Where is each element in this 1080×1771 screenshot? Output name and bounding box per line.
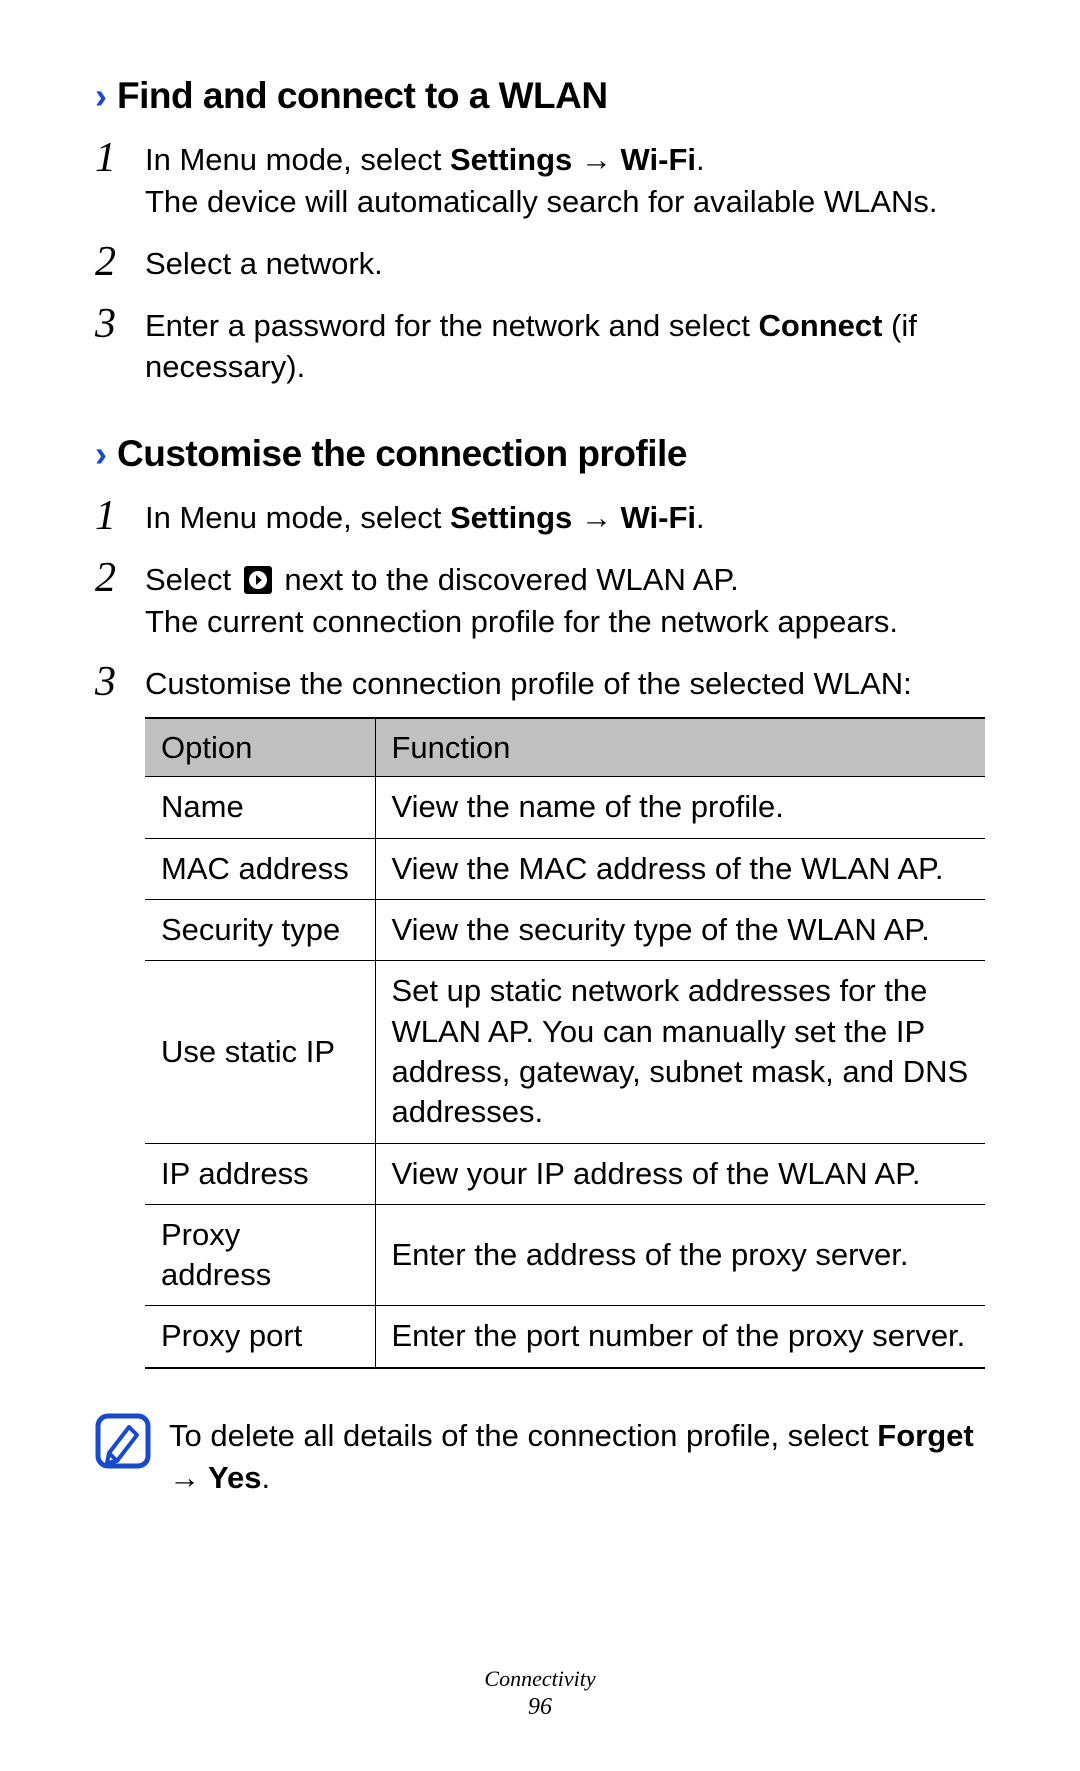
step-number: 1 (95, 493, 145, 537)
step-text: In Menu mode, select (145, 142, 450, 177)
table-row: Proxy address Enter the address of the p… (145, 1204, 985, 1306)
step-text-suffix: . (696, 142, 705, 177)
step-content: Select next to the discovered WLAN AP. T… (145, 555, 985, 643)
step-text-line2: The current connection profile for the n… (145, 604, 898, 639)
page-footer: Connectivity 96 (0, 1666, 1080, 1721)
step-text-bold: Settings → Wi-Fi (450, 142, 696, 177)
step-content: Customise the connection profile of the … (145, 659, 985, 1397)
step-item: 2 Select a network. (95, 239, 985, 285)
table-cell-function: View the MAC address of the WLAN AP. (375, 838, 985, 899)
step-number: 1 (95, 135, 145, 179)
table-row: Use static IP Set up static network addr… (145, 961, 985, 1143)
note-prefix: To delete all details of the connection … (169, 1418, 877, 1453)
step-text: Select (145, 562, 240, 597)
note-suffix: . (262, 1460, 271, 1495)
section-heading-find-connect: › Find and connect to a WLAN (95, 75, 985, 117)
step-list-1: 1 In Menu mode, select Settings → Wi-Fi.… (95, 135, 985, 388)
table-header-row: Option Function (145, 718, 985, 777)
note-text: To delete all details of the connection … (169, 1413, 985, 1499)
step-number: 2 (95, 239, 145, 283)
step-number: 3 (95, 301, 145, 345)
detail-arrow-icon (243, 565, 273, 595)
table-cell-option: Use static IP (145, 961, 375, 1143)
step-item: 2 Select next to the discovered WLAN AP.… (95, 555, 985, 643)
note-box: To delete all details of the connection … (95, 1413, 985, 1499)
table-cell-option: IP address (145, 1143, 375, 1204)
step-list-2: 1 In Menu mode, select Settings → Wi-Fi.… (95, 493, 985, 1396)
section-heading-customise: › Customise the connection profile (95, 433, 985, 475)
step-text-suffix: . (696, 500, 705, 535)
table-cell-function: View the name of the profile. (375, 777, 985, 838)
table-cell-option: Proxy address (145, 1204, 375, 1306)
step-text-line2: The device will automatically search for… (145, 184, 938, 219)
step-text-bold: Settings → Wi-Fi (450, 500, 696, 535)
table-cell-function: View your IP address of the WLAN AP. (375, 1143, 985, 1204)
step-text: Customise the connection profile of the … (145, 666, 912, 701)
table-cell-function: Enter the port number of the proxy serve… (375, 1306, 985, 1368)
step-item: 1 In Menu mode, select Settings → Wi-Fi.… (95, 135, 985, 223)
step-item: 3 Enter a password for the network and s… (95, 301, 985, 389)
step-item: 1 In Menu mode, select Settings → Wi-Fi. (95, 493, 985, 539)
table-cell-option: Name (145, 777, 375, 838)
step-content: In Menu mode, select Settings → Wi-Fi. (145, 493, 985, 539)
step-text-after-icon: next to the discovered WLAN AP. (276, 562, 739, 597)
step-item: 3 Customise the connection profile of th… (95, 659, 985, 1397)
step-text-bold: Connect (758, 308, 882, 343)
options-table: Option Function Name View the name of th… (145, 717, 985, 1369)
table-row: Proxy port Enter the port number of the … (145, 1306, 985, 1368)
table-cell-function: Enter the address of the proxy server. (375, 1204, 985, 1306)
table-row: Security type View the security type of … (145, 900, 985, 961)
step-number: 3 (95, 659, 145, 703)
table-row: Name View the name of the profile. (145, 777, 985, 838)
step-text: Select a network. (145, 246, 383, 281)
table-cell-function: View the security type of the WLAN AP. (375, 900, 985, 961)
chevron-icon: › (95, 75, 107, 117)
table-row: MAC address View the MAC address of the … (145, 838, 985, 899)
step-content: In Menu mode, select Settings → Wi-Fi. T… (145, 135, 985, 223)
footer-section-name: Connectivity (0, 1666, 1080, 1692)
table-header-function: Function (375, 718, 985, 777)
table-cell-option: Security type (145, 900, 375, 961)
step-text: In Menu mode, select (145, 500, 450, 535)
heading-text: Customise the connection profile (117, 433, 687, 475)
table-row: IP address View your IP address of the W… (145, 1143, 985, 1204)
chevron-icon: › (95, 433, 107, 475)
table-header-option: Option (145, 718, 375, 777)
heading-text: Find and connect to a WLAN (117, 75, 608, 117)
table-cell-option: MAC address (145, 838, 375, 899)
step-text: Enter a password for the network and sel… (145, 308, 758, 343)
step-content: Select a network. (145, 239, 985, 285)
note-info-icon (95, 1413, 151, 1469)
footer-page-number: 96 (0, 1694, 1080, 1721)
table-cell-function: Set up static network addresses for the … (375, 961, 985, 1143)
step-content: Enter a password for the network and sel… (145, 301, 985, 389)
step-number: 2 (95, 555, 145, 599)
table-cell-option: Proxy port (145, 1306, 375, 1368)
